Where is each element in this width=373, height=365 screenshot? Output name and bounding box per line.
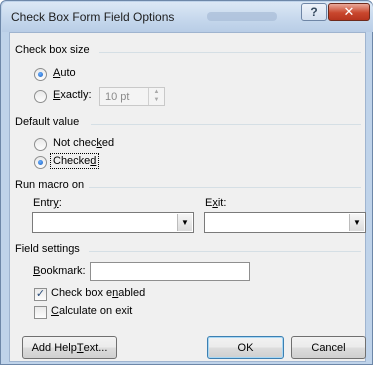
checkmark-icon: ✓ <box>35 288 46 300</box>
ok-button[interactable]: OK <box>207 336 284 359</box>
calculate-on-exit-label[interactable]: Calculate on exit <box>51 305 132 317</box>
exit-macro-dropdown[interactable]: ▼ <box>204 212 366 233</box>
exit-chevron-down-icon[interactable]: ▼ <box>349 214 364 231</box>
auto-label[interactable]: Auto <box>53 67 76 79</box>
close-button[interactable]: ✕ <box>328 3 370 21</box>
default-value-heading: Default value <box>15 116 80 128</box>
run-macro-heading: Run macro on <box>15 179 85 191</box>
exactly-size-value: 10 pt <box>105 91 130 103</box>
exactly-radio[interactable] <box>34 90 47 103</box>
dialog-window: Check Box Form Field Options ? ✕ Check b… <box>0 0 373 365</box>
checked-label[interactable]: Checked <box>49 153 100 169</box>
entry-macro-dropdown[interactable]: ▼ <box>32 212 194 233</box>
check-box-enabled-checkbox[interactable]: ✓ <box>34 288 47 301</box>
spin-down-icon[interactable]: ▼ <box>149 96 164 104</box>
entry-label: Entry: <box>33 197 62 209</box>
spin-up-icon[interactable]: ▲ <box>149 88 164 96</box>
checked-radio[interactable] <box>34 156 47 169</box>
check-box-size-heading: Check box size <box>15 44 90 56</box>
auto-label-rest: uto <box>60 67 76 79</box>
auto-radio[interactable] <box>34 68 47 81</box>
title-bar[interactable]: Check Box Form Field Options ? ✕ <box>2 2 373 32</box>
bookmark-label: Bookmark: <box>33 265 86 277</box>
cancel-button[interactable]: Cancel <box>291 336 366 359</box>
exactly-size-spinner[interactable]: 10 pt ▲ ▼ <box>99 87 165 106</box>
bookmark-input[interactable] <box>90 262 250 281</box>
not-checked-radio[interactable] <box>34 138 47 151</box>
exit-label: Exit: <box>205 197 227 209</box>
check-box-enabled-label[interactable]: Check box enabled <box>51 287 145 299</box>
spinner-arrows[interactable]: ▲ ▼ <box>148 88 164 105</box>
entry-chevron-down-icon[interactable]: ▼ <box>177 214 192 231</box>
default-value-separator <box>91 124 361 125</box>
not-checked-label[interactable]: Not checked <box>53 137 114 149</box>
help-button[interactable]: ? <box>301 3 327 21</box>
blurred-title-area <box>207 12 277 21</box>
field-settings-heading: Field settings <box>15 243 80 255</box>
check-box-size-separator <box>99 52 361 53</box>
question-icon: ? <box>310 5 318 19</box>
window-title: Check Box Form Field Options <box>11 10 175 24</box>
field-settings-separator <box>89 251 361 252</box>
exactly-label[interactable]: Exactly: <box>53 89 92 101</box>
add-help-text-button[interactable]: Add Help Text... <box>22 336 117 359</box>
calculate-on-exit-checkbox[interactable] <box>34 306 47 319</box>
run-macro-separator <box>89 187 361 188</box>
close-icon: ✕ <box>343 4 355 19</box>
